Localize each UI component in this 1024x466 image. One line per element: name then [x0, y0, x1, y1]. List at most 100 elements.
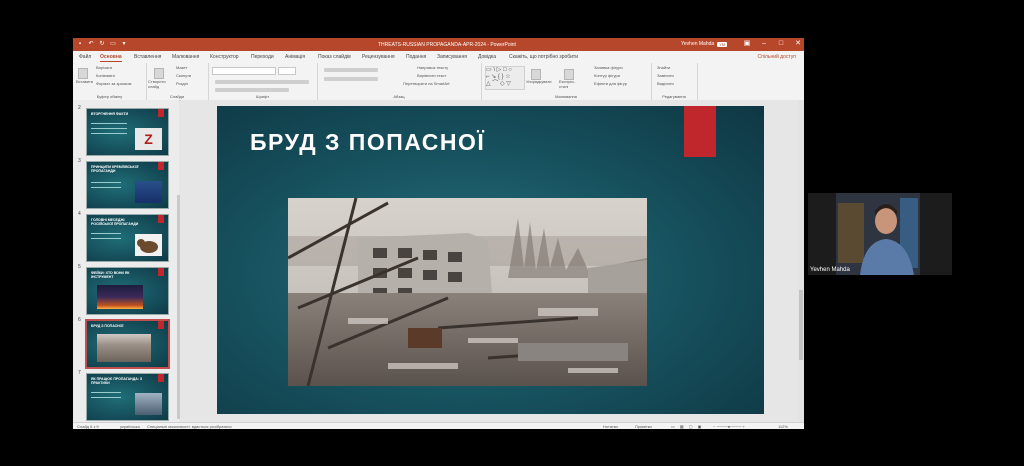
window-title: THREATS-RUSSIAN PROPAGANDA-APR-2024 - Po…	[378, 42, 516, 48]
language-indicator[interactable]: українська	[120, 424, 140, 429]
thumbnail-text-line	[91, 128, 127, 129]
maximize-icon[interactable]: □	[777, 40, 785, 48]
thumbnail-accent	[158, 162, 164, 170]
thumbnails-scrollbar[interactable]	[177, 195, 180, 419]
thumbnail-title: ЯК ПРАЦЮЄ ПРОПАГАНДА: З ПРАКТИКИ	[91, 377, 143, 385]
close-icon[interactable]: ✕	[794, 40, 802, 48]
smartart-button[interactable]: Перетворити на SmartArt	[403, 81, 450, 86]
tab-home[interactable]: Основна	[100, 54, 122, 62]
thumbnail-text-line	[91, 392, 121, 393]
group-label-clipboard: Буфер обміну	[96, 94, 123, 99]
redo-icon[interactable]: ↻	[99, 41, 105, 47]
thumbnail-accent	[158, 321, 164, 329]
minimize-icon[interactable]: –	[760, 40, 768, 48]
accessibility-status[interactable]: Спеціальні можливості: вдасться розібрат…	[147, 424, 232, 429]
thumbnail-title: ПРИНЦИПИ КРЕМЛІВСЬКОЇ ПРОПАГАНДИ	[91, 165, 139, 173]
alignment-tools[interactable]	[321, 74, 381, 81]
current-slide[interactable]: БРУД З ПОПАСНОЇ	[217, 106, 764, 414]
thumbnail-image	[135, 393, 162, 415]
thumbnail-image	[97, 334, 151, 362]
tab-review[interactable]: Рецензування	[362, 54, 395, 60]
tab-draw[interactable]: Малювання	[172, 54, 199, 60]
present-icon[interactable]: ▭	[110, 41, 116, 47]
view-buttons[interactable]: ▭ ▦ ▢ ▣	[671, 424, 703, 429]
slide-thumbnail[interactable]: 2 ВТОРГНЕННЯ ФАКТИ Z	[73, 104, 179, 156]
thumbnail-text-line	[91, 123, 127, 124]
comments-button[interactable]: Примітки	[635, 424, 652, 429]
slide-thumbnail-selected[interactable]: 6 БРУД З ПОПАСНОЇ	[73, 316, 179, 369]
slide-thumbnail[interactable]: 4 ГОЛОВНІ МЕСЕДЖІ РОСІЙСЬКОЇ ПРОПАГАНДИ	[73, 210, 179, 262]
thumbnail-image: Z	[135, 128, 162, 150]
font-color-tools[interactable]	[212, 85, 292, 92]
thumbnail-slide: ФЕЙКИ: ХТО ВОНИ ЯК ІНСТРУМЕНТ	[86, 267, 169, 315]
copy-button[interactable]: Копіювати	[96, 73, 115, 78]
zoom-slider[interactable]: − ────●──── +	[713, 424, 745, 429]
slide-title[interactable]: БРУД З ПОПАСНОЇ	[250, 129, 485, 156]
layout-button[interactable]: Макет	[176, 65, 187, 70]
user-account[interactable]: Yevhen Mahda YM	[681, 41, 728, 47]
paste-icon	[78, 68, 88, 79]
group-label-drawing: Малювання	[555, 94, 577, 99]
participant-name: Yevhen Mahda	[810, 267, 850, 273]
shape-outline-button[interactable]: Контур фігури	[594, 73, 620, 78]
slide-editor: БРУД З ПОПАСНОЇ	[181, 100, 798, 422]
thumbnail-image	[97, 285, 143, 309]
thumbnail-slide: ПРИНЦИПИ КРЕМЛІВСЬКОЇ ПРОПАГАНДИ	[86, 161, 169, 209]
tab-slideshow[interactable]: Показ слайдів	[318, 54, 351, 60]
cut-button[interactable]: Вирізати	[96, 65, 112, 70]
thumbnail-slide: БРУД З ПОПАСНОЇ	[85, 319, 170, 369]
slide-thumbnail[interactable]: 5 ФЕЙКИ: ХТО ВОНИ ЯК ІНСТРУМЕНТ	[73, 263, 179, 315]
share-button[interactable]: Спільний доступ	[758, 54, 796, 60]
slide-number: 6	[78, 317, 81, 323]
group-clipboard: Вставити Вирізати Копіювати Формат за зр…	[73, 63, 147, 100]
zoom-level[interactable]: 112%	[778, 424, 788, 429]
format-painter-button[interactable]: Формат за зразком	[96, 81, 131, 86]
powerpoint-window: ▪ ↶ ↻ ▭ ▾ THREATS-RUSSIAN PROPAGANDA-APR…	[73, 38, 804, 429]
shape-fill-button[interactable]: Заливка фігури	[594, 65, 623, 70]
select-button[interactable]: Виділити	[657, 81, 674, 86]
list-tools[interactable]	[321, 65, 381, 72]
tab-animations[interactable]: Анімація	[285, 54, 305, 60]
ruins-image	[288, 198, 647, 386]
ribbon-options-icon[interactable]: ▣	[743, 40, 751, 48]
slide-thumbnail[interactable]: 7 ЯК ПРАЦЮЄ ПРОПАГАНДА: З ПРАКТИКИ	[73, 369, 179, 421]
notes-button[interactable]: Нотатки	[603, 424, 618, 429]
tab-transitions[interactable]: Переходи	[251, 54, 274, 60]
font-format-tools[interactable]	[212, 77, 312, 84]
section-button[interactable]: Розділ	[176, 81, 188, 86]
shapes-gallery[interactable]: ▭ \ ▷ □ ○ ⌐ ↘ { } ☆ △ ⌒ ◇ ▽	[485, 66, 525, 90]
video-participant-tile[interactable]	[808, 193, 952, 275]
scrollbar-thumb[interactable]	[799, 290, 803, 360]
replace-button[interactable]: Замінити	[657, 73, 674, 78]
group-label-editing: Редагування	[662, 94, 686, 99]
tab-file[interactable]: Файл	[79, 54, 91, 60]
tab-help[interactable]: Довідка	[478, 54, 496, 60]
reset-button[interactable]: Скинути	[176, 73, 191, 78]
find-button[interactable]: Знайти	[657, 65, 670, 70]
slide-number: 4	[78, 211, 81, 217]
text-direction-button[interactable]: Напрямок тексту	[417, 65, 448, 70]
save-icon[interactable]: ▪	[77, 41, 83, 47]
tell-me-search[interactable]: Скажіть, що потрібно зробити	[509, 54, 578, 60]
new-slide-icon	[154, 68, 164, 79]
font-size-select[interactable]	[278, 67, 296, 75]
thumbnail-title: ВТОРГНЕННЯ ФАКТИ	[91, 112, 129, 116]
tab-insert[interactable]: Вставлення	[134, 54, 161, 60]
font-name-select[interactable]	[212, 67, 276, 75]
destroyed-buildings-photo[interactable]	[288, 198, 647, 386]
group-drawing: ▭ \ ▷ □ ○ ⌐ ↘ { } ☆ △ ⌒ ◇ ▽ Упорядкувати Е…	[481, 63, 652, 100]
title-bar: ▪ ↶ ↻ ▭ ▾ THREATS-RUSSIAN PROPAGANDA-APR…	[73, 38, 804, 51]
shape-effects-button[interactable]: Ефекти для фігур	[594, 81, 627, 86]
group-label-font: Шрифт	[255, 94, 270, 99]
align-text-button[interactable]: Вирівняти текст	[417, 73, 446, 78]
undo-icon[interactable]: ↶	[88, 41, 94, 47]
customize-icon[interactable]: ▾	[121, 41, 127, 47]
new-slide-label: Створити слайд	[148, 79, 166, 89]
slide-thumbnail[interactable]: 3 ПРИНЦИПИ КРЕМЛІВСЬКОЇ ПРОПАГАНДИ	[73, 157, 179, 209]
tab-design[interactable]: Конструктор	[210, 54, 239, 60]
thumbnail-text-line	[91, 238, 121, 239]
thumbnail-slide: ЯК ПРАЦЮЄ ПРОПАГАНДА: З ПРАКТИКИ	[86, 373, 169, 421]
tab-record[interactable]: Записування	[437, 54, 467, 60]
editor-scrollbar[interactable]	[798, 100, 804, 422]
tab-view[interactable]: Подання	[406, 54, 426, 60]
